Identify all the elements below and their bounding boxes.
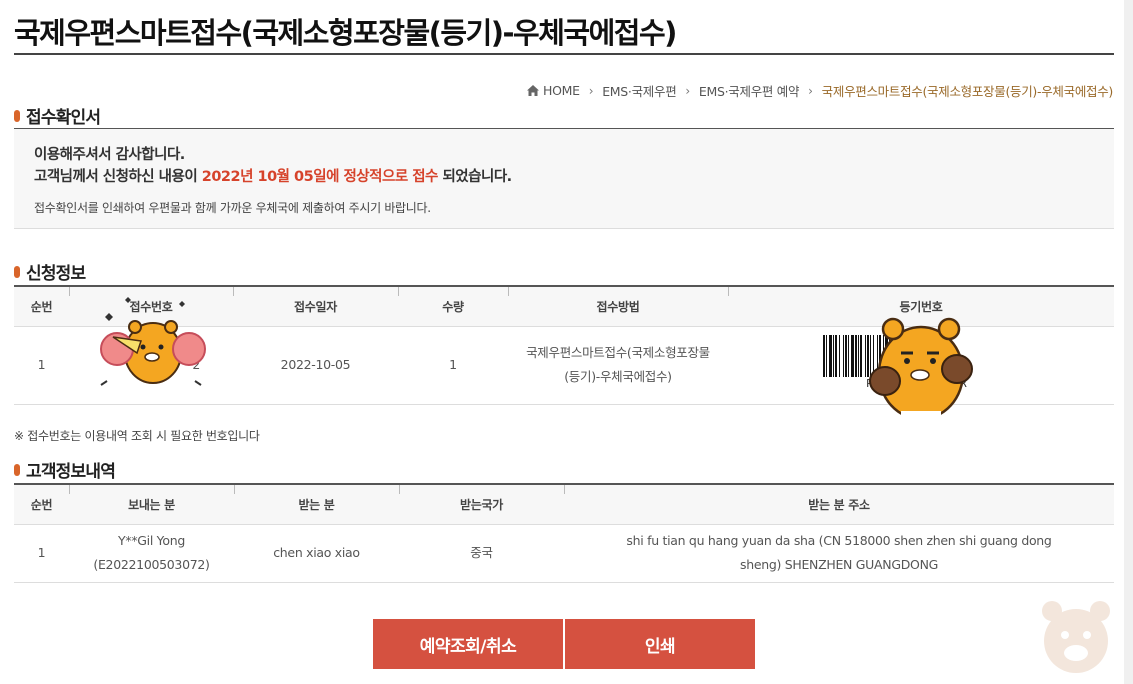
bear-character-sticker [869, 317, 973, 423]
barcode-bar [843, 335, 844, 377]
status-message: 고객님께서 신청하신 내용이 2022년 10월 05일에 정상적으로 접수 되… [34, 165, 512, 186]
instruction-text: 접수확인서를 인쇄하여 우편물과 함께 가까운 우체국에 제출하여 주시기 바랍… [34, 201, 431, 215]
section-bullet-icon [14, 109, 20, 122]
table-header-row: 순번 보내는 분 받는 분 받는국가 받는 분 주소 [14, 483, 1114, 525]
section-heading-text: 고객정보내역 [26, 462, 116, 482]
section-bullet-icon [14, 463, 20, 476]
print-button[interactable]: 인쇄 [565, 619, 755, 669]
column-header: 접수방법 [508, 285, 728, 327]
country-cell: 중국 [399, 524, 564, 583]
sender-name: Y**Gil Yong [118, 533, 185, 548]
barcode-bar [826, 335, 827, 377]
quantity-cell: 1 [398, 326, 508, 405]
column-header: 받는 분 [234, 483, 399, 525]
barcode-bar [860, 335, 862, 377]
section-bullet-icon [14, 265, 20, 278]
section-heading-text: 신청정보 [26, 264, 86, 284]
method-line: (등기)-우체국에접수) [564, 369, 672, 384]
section-heading-text: 접수확인서 [26, 108, 101, 128]
barcode-bar [829, 335, 832, 377]
thanks-message: 이용해주셔서 감사합니다. [34, 147, 185, 163]
status-suffix: 되었습니다. [442, 169, 512, 185]
home-icon[interactable] [526, 84, 540, 97]
table-row: 1 Y**Gil Yong (E2022100503072) chen xiao… [14, 524, 1114, 583]
address-cell: shi fu tian qu hang yuan da sha (CN 5180… [564, 524, 1114, 583]
recipient-cell: chen xiao xiao [234, 524, 399, 583]
barcode-bar [855, 335, 857, 377]
date-cell: 2022-10-05 [233, 326, 398, 405]
barcode-bar [835, 335, 837, 377]
watermark-bear-icon [1042, 601, 1110, 673]
breadcrumb-separator: › [588, 83, 594, 98]
breadcrumb-current: 국제우편스마트접수(국제소형포장물(등기)-우체국에접수) [821, 84, 1114, 99]
breadcrumb-separator: › [685, 83, 690, 98]
breadcrumb: HOME › EMS·국제우편 › EMS·국제우편 예약 › 국제우편스마트접… [526, 81, 1113, 100]
barcode-bar [839, 335, 840, 377]
confirmation-box: 이용해주셔서 감사합니다. 고객님께서 신청하신 내용이 2022년 10월 0… [14, 128, 1114, 229]
column-header: 순번 [14, 483, 69, 525]
barcode-bar [833, 335, 834, 377]
reservation-cancel-button[interactable]: 예약조회/취소 [373, 619, 563, 669]
method-line: 국제우편스마트접수(국제소형포장물 [526, 345, 710, 360]
receipt-number-note: ※ 접수번호는 이용내역 조회 시 필요한 번호입니다 [14, 429, 260, 443]
breadcrumb-separator: › [808, 83, 813, 98]
column-header: 보내는 분 [69, 483, 234, 525]
method-cell: 국제우편스마트접수(국제소형포장물 (등기)-우체국에접수) [508, 326, 728, 405]
barcode-bar [851, 335, 854, 377]
vertical-scrollbar[interactable] [1124, 0, 1133, 684]
seq-cell: 1 [14, 524, 69, 583]
barcode-bar [848, 335, 849, 377]
breadcrumb-home[interactable]: HOME [543, 83, 580, 98]
breadcrumb-item-ems[interactable]: EMS·국제우편 [602, 81, 677, 100]
status-highlight: 2022년 10월 05일에 정상적으로 접수 [201, 169, 439, 185]
column-header: 접수일자 [233, 285, 398, 327]
section-confirmation-title: 접수확인서 [14, 103, 101, 128]
sender-cell: Y**Gil Yong (E2022100503072) [69, 524, 234, 583]
customer-table: 순번 보내는 분 받는 분 받는국가 받는 분 주소 1 Y**Gil Yong… [14, 483, 1114, 583]
page-title: 국제우편스마트접수(국제소형포장물(등기)-우체국에접수) [14, 16, 677, 50]
address-line: shi fu tian qu hang yuan da sha (CN 5180… [626, 533, 1052, 548]
column-header: 순번 [14, 285, 69, 327]
cheerleader-character-sticker [100, 297, 206, 386]
section-customer-title: 고객정보내역 [14, 457, 116, 482]
barcode-bar [823, 335, 825, 377]
address-line: sheng) SHENZHEN GUANGDONG [739, 557, 939, 572]
section-application-title: 신청정보 [14, 259, 86, 284]
barcode-bar [845, 335, 847, 377]
breadcrumb-item-ems-reservation[interactable]: EMS·국제우편 예약 [699, 81, 800, 100]
column-header: 수량 [398, 285, 508, 327]
column-header: 받는 분 주소 [564, 483, 1114, 525]
status-prefix: 고객님께서 신청하신 내용이 [34, 169, 198, 185]
barcode-bar [858, 335, 859, 377]
sender-id: (E2022100503072) [93, 557, 210, 572]
title-divider [14, 53, 1114, 55]
seq-cell: 1 [14, 326, 69, 405]
column-header: 받는국가 [399, 483, 564, 525]
